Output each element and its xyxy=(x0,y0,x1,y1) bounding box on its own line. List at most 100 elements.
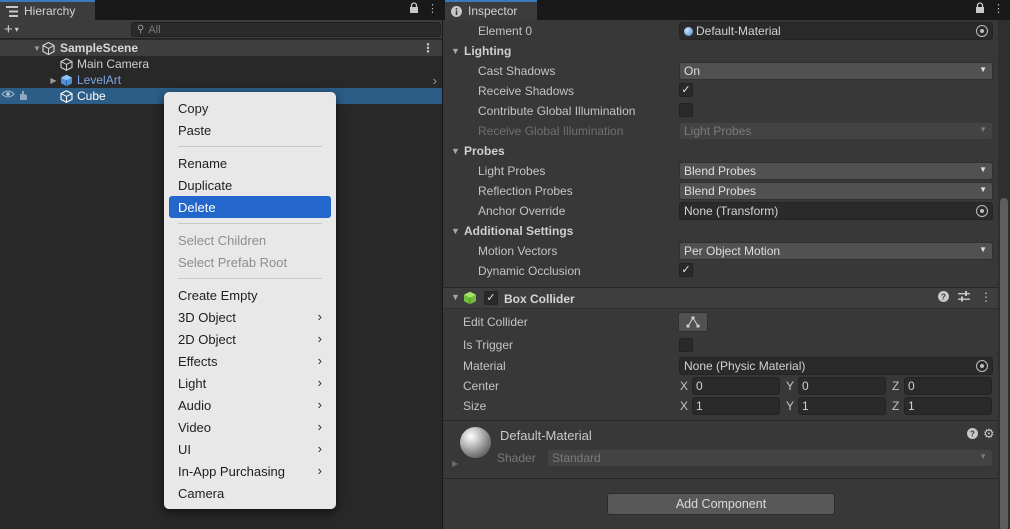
receive-shadows-label: Receive Shadows xyxy=(478,84,575,98)
menu-item-light[interactable]: Light › xyxy=(169,372,331,394)
kebab-menu-icon[interactable]: ⋮ xyxy=(427,2,438,17)
light-probes-dropdown[interactable]: Blend Probes ▼ xyxy=(679,162,993,180)
size-x-field[interactable]: X 1 xyxy=(680,397,780,415)
center-y-value[interactable]: 0 xyxy=(798,377,886,395)
size-y-value[interactable]: 1 xyxy=(798,397,886,415)
hierarchy-tab-label: Hierarchy xyxy=(24,4,76,18)
center-x-value[interactable]: 0 xyxy=(692,377,780,395)
reflection-probes-value: Blend Probes xyxy=(684,184,757,198)
help-icon[interactable]: ? xyxy=(938,291,949,305)
axis-x-label: X xyxy=(680,379,689,393)
hierarchy-tab[interactable]: Hierarchy xyxy=(0,0,95,20)
menu-item-create-empty[interactable]: Create Empty xyxy=(169,284,331,306)
anchor-override-value: None (Transform) xyxy=(684,204,779,218)
inspector-scrollbar[interactable] xyxy=(998,20,1010,529)
help-icon[interactable]: ? xyxy=(967,428,978,442)
center-x-field[interactable]: X 0 xyxy=(680,377,780,395)
menu-item-ui[interactable]: UI › xyxy=(169,438,331,460)
center-z-field[interactable]: Z 0 xyxy=(892,377,992,395)
eye-icon[interactable] xyxy=(1,89,15,104)
menu-item-rename[interactable]: Rename xyxy=(169,152,331,174)
lock-icon[interactable] xyxy=(975,2,985,17)
box-collider-header[interactable]: ▼ ✓ Box Collider ? ⋮ xyxy=(443,287,998,309)
dynamic-occlusion-checkbox[interactable]: ✓ xyxy=(679,263,693,277)
contribute-gi-label: Contribute Global Illumination xyxy=(478,104,636,118)
size-x-value[interactable]: 1 xyxy=(692,397,780,415)
dropdown-arrow-icon: ▼ xyxy=(979,452,987,461)
chevron-right-icon[interactable]: › xyxy=(433,73,437,88)
probes-section-header[interactable]: ▼ Probes xyxy=(443,141,998,161)
pickable-hand-icon[interactable] xyxy=(17,89,29,104)
kebab-menu-icon[interactable]: ⋮ xyxy=(993,2,1004,17)
dropdown-arrow-icon: ▼ xyxy=(979,245,987,254)
scrollbar-thumb[interactable] xyxy=(1000,198,1008,529)
edit-collider-button[interactable] xyxy=(678,312,708,332)
menu-item-in-app-purchasing[interactable]: In-App Purchasing › xyxy=(169,460,331,482)
menu-item-label: Duplicate xyxy=(178,177,233,193)
receive-shadows-checkbox[interactable]: ✓ xyxy=(679,83,693,97)
center-z-value[interactable]: 0 xyxy=(904,377,992,395)
menu-item-label: Create Empty xyxy=(178,287,258,303)
foldout-expanded-icon[interactable]: ▼ xyxy=(451,46,460,56)
menu-item-effects[interactable]: Effects › xyxy=(169,350,331,372)
object-picker-icon[interactable] xyxy=(976,25,988,37)
contribute-gi-checkbox[interactable] xyxy=(679,103,693,117)
collider-material-field[interactable]: None (Physic Material) xyxy=(679,357,993,375)
motion-vectors-dropdown[interactable]: Per Object Motion ▼ xyxy=(679,242,993,260)
menu-item-delete[interactable]: Delete xyxy=(169,196,331,218)
motion-vectors-label: Motion Vectors xyxy=(478,244,558,258)
menu-item-duplicate[interactable]: Duplicate xyxy=(169,174,331,196)
menu-item-2d-object[interactable]: 2D Object › xyxy=(169,328,331,350)
cast-shadows-dropdown[interactable]: On ▼ xyxy=(679,62,993,80)
menu-item-video[interactable]: Video › xyxy=(169,416,331,438)
hierarchy-item-label: LevelArt xyxy=(77,73,122,87)
create-button[interactable]: + ▾ xyxy=(4,21,30,37)
menu-item-label: UI xyxy=(178,441,191,457)
gear-icon[interactable]: ⚙ xyxy=(983,426,995,442)
dynamic-occlusion-row: Dynamic Occlusion ✓ xyxy=(443,261,998,281)
motion-vectors-value: Per Object Motion xyxy=(684,244,781,258)
material-preview-sphere xyxy=(460,427,491,458)
expand-arrow-icon[interactable]: ▶ xyxy=(452,459,458,468)
size-z-field[interactable]: Z 1 xyxy=(892,397,992,415)
hierarchy-item-levelart[interactable]: ▶ LevelArt › xyxy=(0,72,442,88)
foldout-expanded-icon[interactable]: ▼ xyxy=(451,226,460,236)
scene-row[interactable]: ▼ SampleScene ⋮ xyxy=(0,40,442,56)
preset-sliders-icon[interactable] xyxy=(958,291,970,305)
box-collider-enabled-checkbox[interactable]: ✓ xyxy=(484,291,498,305)
foldout-expanded-icon[interactable]: ▼ xyxy=(451,146,460,156)
is-trigger-label: Is Trigger xyxy=(463,338,514,352)
expand-arrow-icon[interactable]: ▼ xyxy=(32,44,42,53)
menu-item-label: Delete xyxy=(178,199,216,215)
menu-item-audio[interactable]: Audio › xyxy=(169,394,331,416)
lighting-section-header[interactable]: ▼ Lighting xyxy=(443,41,998,61)
size-y-field[interactable]: Y 1 xyxy=(786,397,886,415)
object-picker-icon[interactable] xyxy=(976,205,988,217)
hierarchy-item-main-camera[interactable]: Main Camera xyxy=(0,56,442,72)
menu-item-copy[interactable]: Copy xyxy=(169,97,331,119)
element0-field[interactable]: Default-Material xyxy=(679,22,993,40)
scene-menu-icon[interactable]: ⋮ xyxy=(422,41,434,55)
foldout-expanded-icon[interactable]: ▼ xyxy=(451,292,460,302)
size-z-value[interactable]: 1 xyxy=(904,397,992,415)
expand-arrow-icon[interactable]: ▶ xyxy=(47,76,60,85)
menu-item-select-prefab-root: Select Prefab Root xyxy=(169,251,331,273)
center-y-field[interactable]: Y 0 xyxy=(786,377,886,395)
add-component-button[interactable]: Add Component xyxy=(607,493,835,515)
cast-shadows-label: Cast Shadows xyxy=(478,64,556,78)
anchor-override-field[interactable]: None (Transform) xyxy=(679,202,993,220)
additional-settings-header[interactable]: ▼ Additional Settings xyxy=(443,221,998,241)
menu-item-3d-object[interactable]: 3D Object › xyxy=(169,306,331,328)
menu-item-label: Effects xyxy=(178,353,218,369)
lock-icon[interactable] xyxy=(409,2,419,17)
object-picker-icon[interactable] xyxy=(976,360,988,372)
search-icon: ⚲ xyxy=(137,24,145,35)
hierarchy-search-input[interactable]: ⚲ All xyxy=(131,22,441,37)
inspector-tab[interactable]: Inspector xyxy=(445,0,537,20)
menu-item-camera[interactable]: Camera xyxy=(169,482,331,504)
reflection-probes-dropdown[interactable]: Blend Probes ▼ xyxy=(679,182,993,200)
menu-item-paste[interactable]: Paste xyxy=(169,119,331,141)
edit-collider-row: Edit Collider xyxy=(443,312,998,332)
is-trigger-checkbox[interactable] xyxy=(679,338,693,352)
component-kebab-icon[interactable]: ⋮ xyxy=(980,290,992,304)
